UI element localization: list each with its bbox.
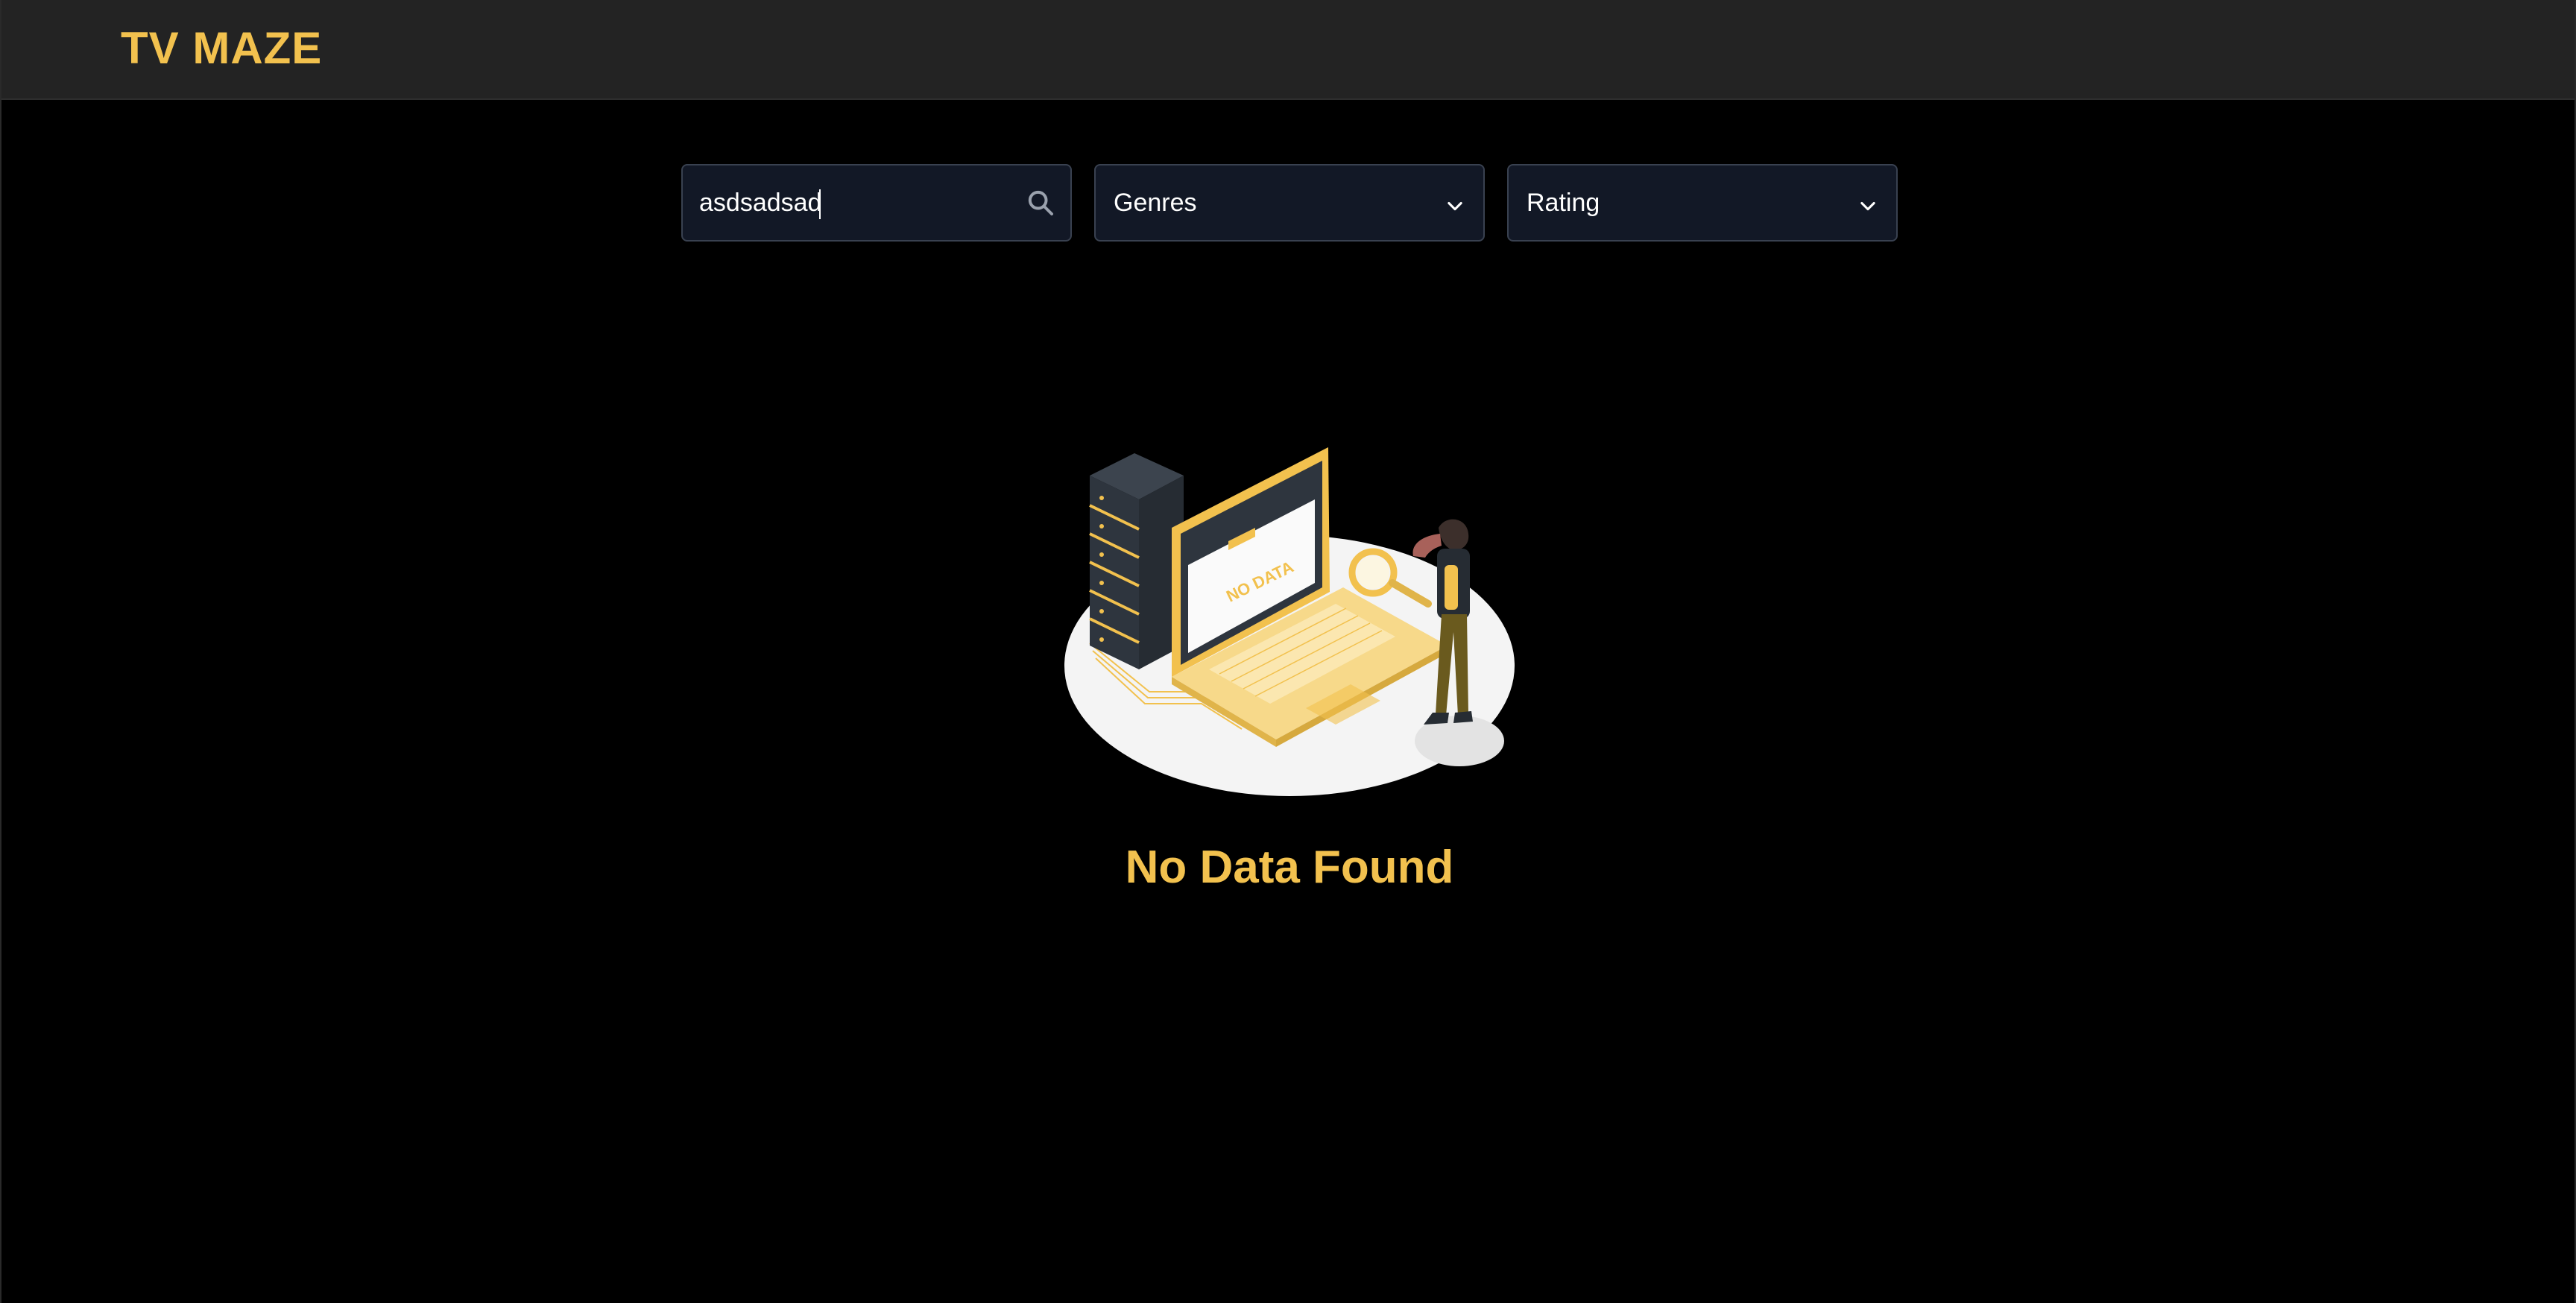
rating-select-label: Rating xyxy=(1527,189,1600,217)
navbar: TV MAZE xyxy=(1,0,2575,100)
rating-select[interactable]: Rating xyxy=(1507,164,1898,242)
genres-select[interactable]: Genres xyxy=(1094,164,1485,242)
chevron-down-icon xyxy=(1860,201,1875,211)
text-cursor xyxy=(819,189,821,219)
filter-bar: Genres Rating xyxy=(681,164,1898,243)
brand-logo[interactable]: TV MAZE xyxy=(121,22,322,75)
empty-state-title: No Data Found xyxy=(1125,842,1454,893)
genres-select-label: Genres xyxy=(1114,189,1197,217)
server-rack xyxy=(1089,453,1184,669)
search-input[interactable] xyxy=(699,165,1012,240)
search-icon[interactable] xyxy=(1026,188,1055,218)
app-window: TV MAZE Genres Rating xyxy=(0,0,2576,1303)
search-box[interactable] xyxy=(681,164,1072,242)
no-data-illustration: NO DATA xyxy=(1064,447,1515,796)
chevron-down-icon xyxy=(1448,201,1462,211)
